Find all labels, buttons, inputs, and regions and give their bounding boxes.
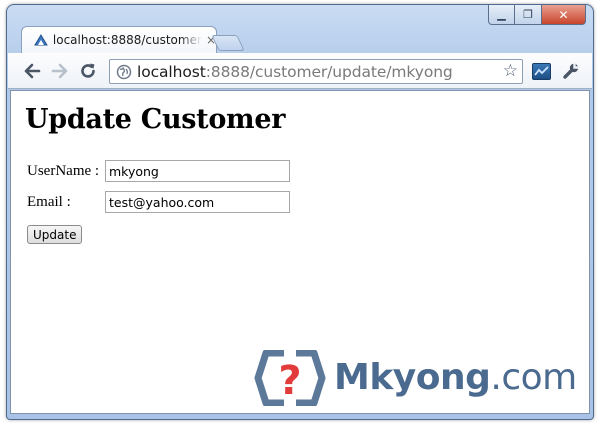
back-arrow-icon [24, 63, 41, 79]
back-button[interactable] [22, 61, 42, 81]
email-row: Email : [27, 191, 290, 213]
reload-icon [81, 63, 95, 78]
watermark-suffix: .com [490, 357, 577, 398]
mkyong-watermark: ? Mkyong.com [254, 350, 577, 406]
watermark-text: Mkyong.com [334, 358, 577, 398]
settings-button[interactable] [561, 61, 581, 81]
browser-tab[interactable]: localhost:8888/customer/update/mkyong × [21, 26, 217, 53]
url-host: localhost [137, 62, 206, 81]
url-path: :8888/customer/update/mkyong [205, 62, 453, 81]
maximize-button[interactable]: ❐ [515, 5, 542, 25]
forward-arrow-icon [51, 63, 68, 79]
watermark-brand: Mkyong [334, 357, 491, 398]
extension-icon [534, 66, 549, 76]
window-controls: ▁ ❐ ✕ [488, 5, 586, 25]
address-bar[interactable]: localhost:8888/customer/update/mkyong ☆ [109, 59, 523, 84]
mkyong-logo-icon: ? [254, 350, 326, 406]
browser-toolbar: localhost:8888/customer/update/mkyong ☆ [8, 53, 592, 89]
extension-button[interactable] [532, 63, 551, 80]
wrench-icon [563, 62, 580, 79]
page-title: Update Customer [25, 104, 286, 135]
username-label: UserName : [27, 162, 100, 179]
globe-icon [116, 64, 132, 79]
favicon-icon [34, 34, 48, 46]
url-text: localhost:8888/customer/update/mkyong [137, 63, 453, 81]
update-button[interactable]: Update [27, 225, 83, 244]
forward-button[interactable] [50, 61, 70, 81]
close-window-button[interactable]: ✕ [542, 5, 586, 25]
tab-title: localhost:8888/customer/update/mkyong [52, 33, 202, 47]
logo-question-mark: ? [278, 358, 301, 404]
star-icon[interactable]: ☆ [503, 63, 518, 80]
email-input[interactable] [105, 191, 290, 213]
minimize-button[interactable]: ▁ [488, 5, 515, 25]
username-row: UserName : [27, 160, 290, 182]
username-input[interactable] [105, 160, 290, 182]
email-label: Email : [27, 193, 71, 210]
reload-button[interactable] [78, 61, 98, 81]
